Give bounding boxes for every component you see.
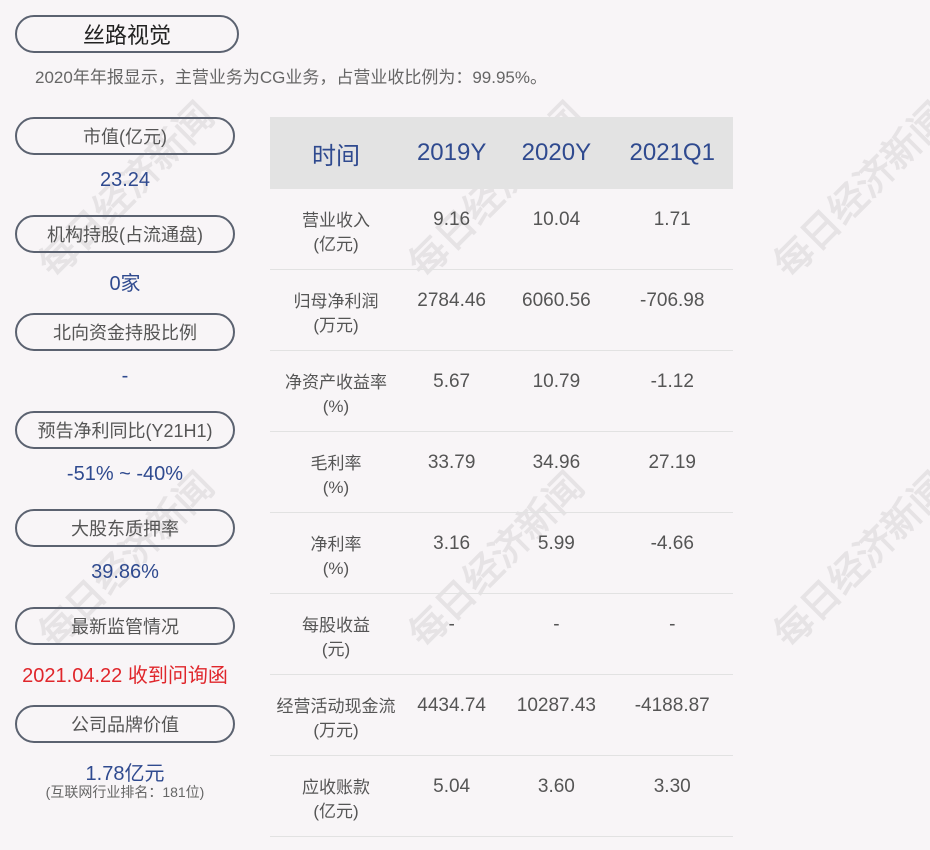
table-row: 应收账款 (亿元) 5.04 3.60 3.30 (270, 755, 733, 837)
row-label-unit: (%) (322, 397, 350, 416)
metric-value: 0家 (109, 273, 141, 295)
metric-label: 市值(亿元) (15, 117, 235, 155)
table-row: 归母净利润 (万元) 2784.46 6060.56 -706.98 (270, 269, 733, 351)
table-cell: 5.04 (402, 755, 502, 837)
header-2019: 2019Y (402, 117, 502, 189)
metric-note: (互联网行业排名：181位) (45, 784, 205, 800)
table-cell: 10287.43 (501, 674, 612, 756)
table-cell: - (501, 593, 612, 675)
business-summary: 2020年年报显示，主营业务为CG业务，占营业收比例为：99.95%。 (35, 68, 547, 87)
row-label-name: 毛利率 (310, 454, 362, 473)
table-cell: -4.66 (611, 512, 733, 594)
watermark: 每日经济新闻 (766, 465, 930, 657)
table-cell: 10.04 (501, 189, 612, 270)
table-cell: 33.79 (402, 431, 502, 513)
table-cell: - (402, 593, 502, 675)
metric-label: 大股东质押率 (15, 509, 235, 547)
table-header-row: 时间 2019Y 2020Y 2021Q1 (270, 117, 733, 189)
table-cell: 5.67 (402, 350, 502, 432)
metric-value: 23.24 (99, 169, 151, 191)
row-label: 净资产收益率 (%) (270, 350, 402, 432)
table-row: 每股收益 (元) - - - (270, 593, 733, 675)
row-label-unit: (元) (321, 640, 351, 659)
row-label-name: 每股收益 (302, 616, 370, 635)
metric-label: 公司品牌价值 (15, 705, 235, 743)
table-row: 营业收入 (亿元) 9.16 10.04 1.71 (270, 189, 733, 270)
table-cell: 5.99 (501, 512, 612, 594)
table-cell: - (611, 593, 733, 675)
table-cell: -706.98 (611, 269, 733, 351)
metric-label: 预告净利同比(Y21H1) (15, 411, 235, 449)
table-cell: 3.16 (402, 512, 502, 594)
row-label-unit: (亿元) (313, 802, 359, 821)
metric-value: 2021.04.22 收到问询函 (22, 665, 228, 687)
metric-value: - (121, 365, 129, 387)
row-label-name: 净利率 (310, 535, 362, 554)
table-cell: -4188.87 (611, 674, 733, 756)
row-label: 毛利率 (%) (270, 431, 402, 513)
financial-table: 时间 2019Y 2020Y 2021Q1 营业收入 (亿元) 9.16 10.04 1… (270, 117, 733, 837)
watermark: 每日经济新闻 (766, 95, 930, 287)
table-row: 毛利率 (%) 33.79 34.96 27.19 (270, 431, 733, 513)
metric-label: 北向资金持股比例 (15, 313, 235, 351)
table-row: 净利率 (%) 3.16 5.99 -4.66 (270, 512, 733, 594)
row-label: 归母净利润 (万元) (270, 269, 402, 351)
metric-value: 39.86% (91, 561, 159, 583)
row-label-name: 经营活动现金流 (276, 697, 396, 716)
row-label: 应收账款 (亿元) (270, 755, 402, 837)
row-label-name: 净资产收益率 (285, 373, 387, 392)
row-label-name: 营业收入 (302, 211, 370, 230)
row-label-unit: (%) (322, 559, 350, 578)
row-label: 营业收入 (亿元) (270, 189, 402, 270)
header-time: 时间 (270, 117, 402, 189)
header-2021q1: 2021Q1 (611, 117, 733, 189)
metric-value: -51% ~ -40% (66, 463, 184, 485)
row-label-unit: (万元) (313, 316, 359, 335)
row-label-name: 应收账款 (302, 778, 370, 797)
company-name-badge: 丝路视觉 (15, 15, 239, 53)
table-cell: 9.16 (402, 189, 502, 270)
table-cell: 2784.46 (402, 269, 502, 351)
metric-label: 最新监管情况 (15, 607, 235, 645)
table-row: 净资产收益率 (%) 5.67 10.79 -1.12 (270, 350, 733, 432)
table-row: 经营活动现金流 (万元) 4434.74 10287.43 -4188.87 (270, 674, 733, 756)
row-label: 净利率 (%) (270, 512, 402, 594)
table-cell: 27.19 (611, 431, 733, 513)
table-cell: 4434.74 (402, 674, 502, 756)
row-label-unit: (万元) (313, 721, 359, 740)
table-cell: 34.96 (501, 431, 612, 513)
row-label-name: 归母净利润 (293, 292, 379, 311)
row-label: 每股收益 (元) (270, 593, 402, 675)
row-label: 经营活动现金流 (万元) (270, 674, 402, 756)
metric-label: 机构持股(占流通盘) (15, 215, 235, 253)
table-cell: 1.71 (611, 189, 733, 270)
table-cell: -1.12 (611, 350, 733, 432)
header-2020: 2020Y (501, 117, 612, 189)
table-cell: 3.60 (501, 755, 612, 837)
table-cell: 10.79 (501, 350, 612, 432)
table-cell: 3.30 (611, 755, 733, 837)
row-label-unit: (亿元) (313, 235, 359, 254)
row-label-unit: (%) (322, 478, 350, 497)
table-cell: 6060.56 (501, 269, 612, 351)
